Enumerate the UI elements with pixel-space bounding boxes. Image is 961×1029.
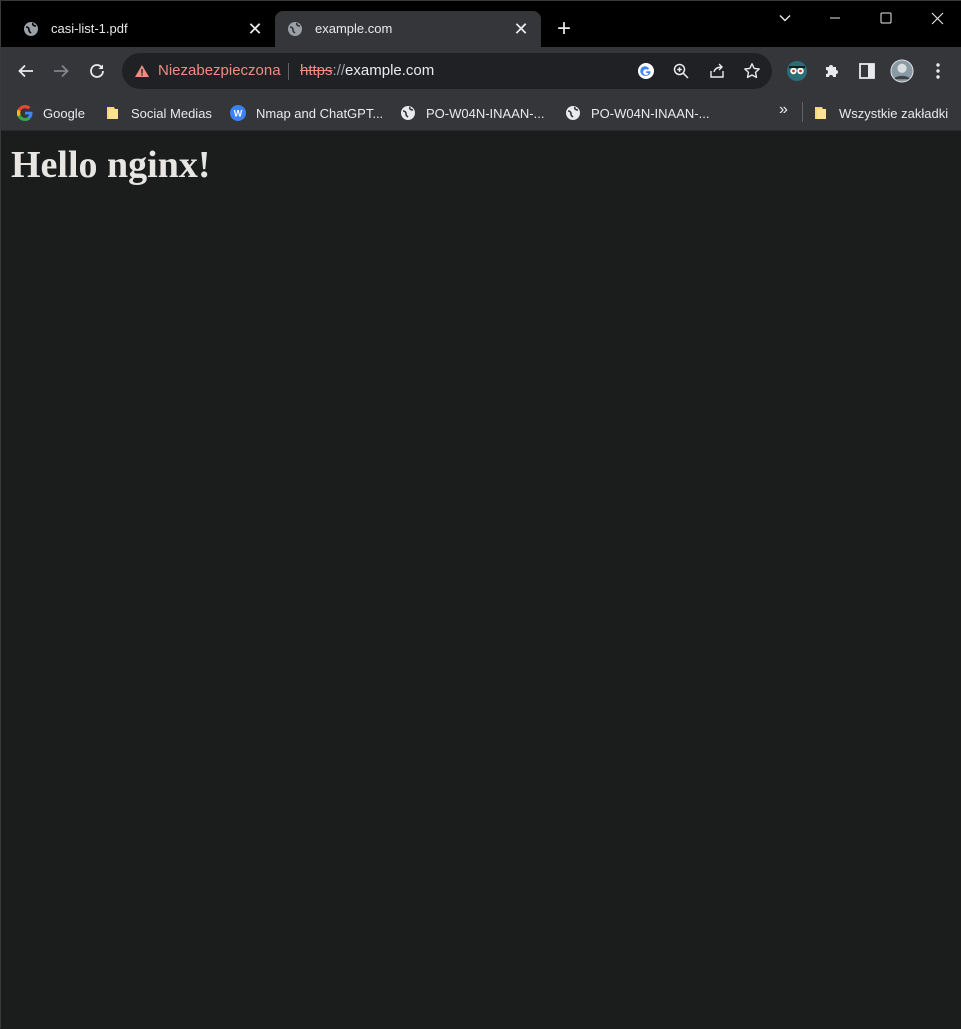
globe-icon xyxy=(287,21,303,37)
bookmark-label: Social Medias xyxy=(131,105,212,121)
close-icon xyxy=(931,12,943,24)
avatar[interactable] xyxy=(890,59,914,83)
reload-button[interactable] xyxy=(83,57,111,85)
url-scheme: https xyxy=(300,62,333,79)
toolbar: Niezabezpieczona https://example.com xyxy=(1,47,961,95)
page-content: Hello nginx! xyxy=(1,131,961,1029)
tab-title: casi-list-1.pdf xyxy=(51,21,128,36)
tab-title: example.com xyxy=(315,21,393,36)
bookmarks-overflow-button[interactable]: » xyxy=(779,101,788,119)
minimize-icon xyxy=(830,17,840,19)
bookmark-google[interactable]: Google xyxy=(17,103,85,123)
new-tab-button[interactable]: + xyxy=(552,15,576,42)
bookmark-nmap-chatgpt[interactable]: W Nmap and ChatGPT... xyxy=(230,103,383,123)
chevron-down-icon xyxy=(779,15,791,22)
tab-search-button[interactable] xyxy=(770,5,800,31)
svg-text:W: W xyxy=(234,109,243,119)
side-panel-icon[interactable] xyxy=(855,59,879,83)
bookmark-star-icon[interactable] xyxy=(742,61,762,81)
folder-icon xyxy=(105,105,121,121)
url-text[interactable]: https://example.com xyxy=(300,62,434,79)
window-close-button[interactable] xyxy=(922,5,952,31)
divider xyxy=(802,102,803,122)
arrow-left-icon xyxy=(18,64,33,78)
globe-icon xyxy=(400,105,416,121)
page-heading: Hello nginx! xyxy=(11,144,211,186)
tab-example[interactable]: example.com ✕ xyxy=(275,11,541,47)
url-separator: :// xyxy=(332,62,346,79)
menu-kebab-icon[interactable] xyxy=(926,59,950,83)
back-button[interactable] xyxy=(12,57,40,85)
tab-casi-list[interactable]: casi-list-1.pdf ✕ xyxy=(11,11,275,47)
bookmark-label: Google xyxy=(43,105,85,121)
minimize-button[interactable] xyxy=(820,5,850,31)
reload-icon xyxy=(90,64,104,78)
security-status[interactable]: Niezabezpieczona xyxy=(158,62,281,79)
divider xyxy=(288,63,289,80)
bookmark-label: PO-W04N-INAAN-... xyxy=(426,105,545,121)
address-bar[interactable]: Niezabezpieczona https://example.com xyxy=(122,53,772,89)
url-host: example.com xyxy=(345,62,435,79)
maximize-icon xyxy=(880,12,892,24)
tab-strip: casi-list-1.pdf ✕ example.com ✕ + xyxy=(1,1,961,47)
bookmark-label: Wszystkie zakładki xyxy=(839,105,949,121)
globe-icon xyxy=(23,21,39,37)
bookmark-social-medias[interactable]: Social Medias xyxy=(105,103,212,123)
bookmark-label: PO-W04N-INAAN-... xyxy=(591,105,710,121)
all-bookmarks-folder[interactable]: Wszystkie zakładki xyxy=(813,103,948,123)
extension-spy-icon[interactable] xyxy=(785,59,809,83)
close-icon[interactable]: ✕ xyxy=(511,19,531,39)
warning-icon[interactable] xyxy=(134,63,150,79)
bookmark-po-w04n-2[interactable]: PO-W04N-INAAN-... xyxy=(565,103,709,123)
folder-icon xyxy=(813,105,829,121)
bookmark-po-w04n-1[interactable]: PO-W04N-INAAN-... xyxy=(400,103,544,123)
extensions-puzzle-icon[interactable] xyxy=(820,59,844,83)
forward-button[interactable] xyxy=(47,57,75,85)
bookmarks-bar: Google Social Medias W Nmap and ChatGPT.… xyxy=(1,95,961,131)
google-translate-icon[interactable] xyxy=(636,61,656,81)
w-icon: W xyxy=(230,105,246,121)
zoom-icon[interactable] xyxy=(671,61,691,81)
browser-window: casi-list-1.pdf ✕ example.com ✕ + Niezab… xyxy=(0,0,961,1029)
share-icon[interactable] xyxy=(707,61,727,81)
google-icon xyxy=(17,105,33,121)
close-icon[interactable]: ✕ xyxy=(245,19,265,39)
bookmark-label: Nmap and ChatGPT... xyxy=(256,105,384,121)
arrow-right-icon xyxy=(54,64,69,78)
maximize-button[interactable] xyxy=(871,5,901,31)
globe-icon xyxy=(565,105,581,121)
